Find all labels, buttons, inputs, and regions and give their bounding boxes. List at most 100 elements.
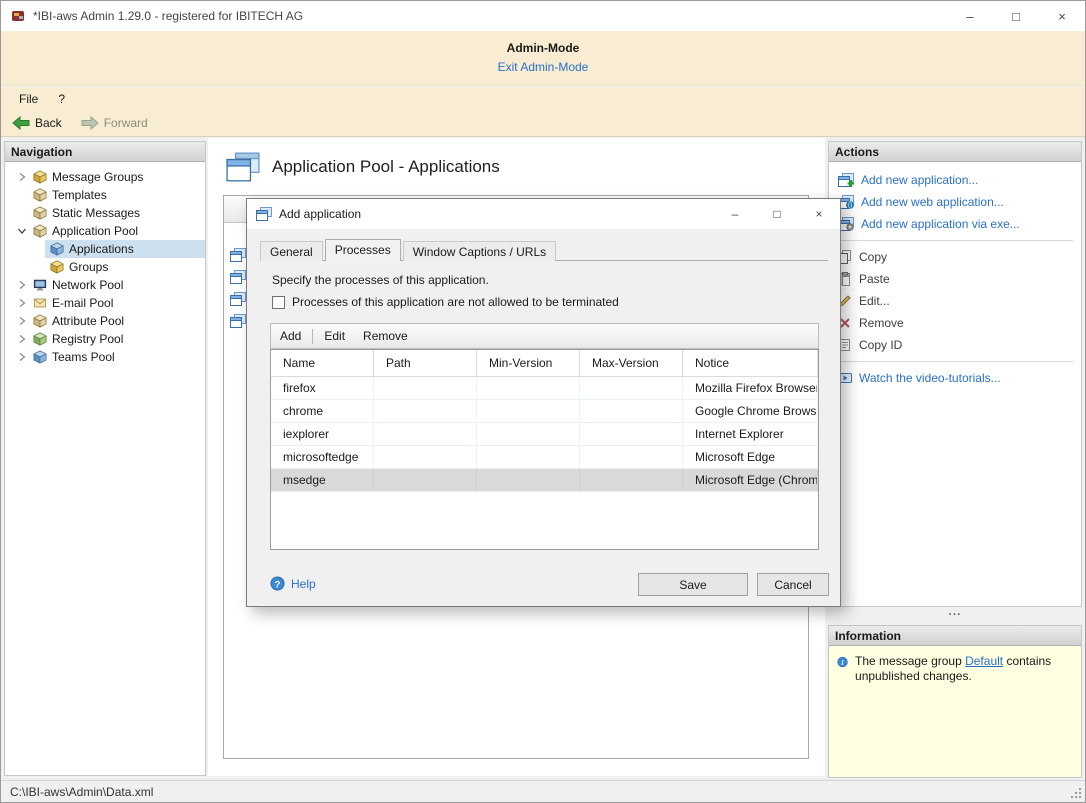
cell-name: msedge <box>271 469 374 491</box>
menu-file[interactable]: File <box>9 87 48 110</box>
process-remove-button[interactable]: Remove <box>354 324 417 348</box>
cell-name: iexplorer <box>271 423 374 445</box>
close-button[interactable]: × <box>1039 1 1085 31</box>
actions-separator <box>837 361 1073 362</box>
action-label: Watch the video-tutorials... <box>859 371 1001 385</box>
back-button[interactable]: Back <box>8 114 71 132</box>
cell-path <box>374 423 477 445</box>
action-copy[interactable]: Copy <box>829 246 1081 268</box>
save-button[interactable]: Save <box>638 573 748 596</box>
action-add-new-application-via-exe[interactable]: Add new application via exe... <box>829 213 1081 235</box>
sidebar-item-label: Attribute Pool <box>52 314 125 328</box>
chevron-right-icon[interactable] <box>17 334 27 344</box>
action-watch-video-tutorials[interactable]: Watch the video-tutorials... <box>829 367 1081 389</box>
action-remove[interactable]: Remove <box>829 312 1081 334</box>
network-pool-icon <box>32 278 47 292</box>
sidebar-item-label: Static Messages <box>52 206 141 220</box>
email-pool-icon <box>32 296 47 310</box>
cell-max-version <box>580 400 683 422</box>
menu-bar: File ? <box>1 87 1085 110</box>
column-header-max-version[interactable]: Max-Version <box>580 350 683 376</box>
chevron-right-icon[interactable] <box>17 316 27 326</box>
panel-splitter[interactable]: ... <box>828 605 1082 623</box>
sidebar-item-label: E-mail Pool <box>52 296 114 310</box>
action-paste[interactable]: Paste <box>829 268 1081 290</box>
title-bar: *IBI-aws Admin 1.29.0 - registered for I… <box>1 1 1085 31</box>
groups-icon <box>49 260 64 274</box>
chevron-right-icon[interactable] <box>17 280 27 290</box>
cell-name: microsoftedge <box>271 446 374 468</box>
app-logo-icon <box>12 11 24 21</box>
table-row[interactable]: chrome Google Chrome Browser <box>271 400 818 423</box>
navigation-tree: Message Groups Templates Static Messages… <box>5 162 205 366</box>
sidebar-item-email-pool[interactable]: E-mail Pool <box>5 294 205 312</box>
sidebar-item-templates[interactable]: Templates <box>5 186 205 204</box>
help-link[interactable]: ? Help <box>270 576 316 591</box>
process-add-button[interactable]: Add <box>271 324 310 348</box>
process-edit-button[interactable]: Edit <box>315 324 354 348</box>
chevron-right-icon[interactable] <box>17 298 27 308</box>
status-bar: C:\IBI-aws\Admin\Data.xml <box>1 780 1085 802</box>
menu-help[interactable]: ? <box>48 87 75 110</box>
teams-pool-icon <box>32 350 47 364</box>
admin-mode-title: Admin-Mode <box>506 41 580 55</box>
maximize-button[interactable]: □ <box>993 1 1039 31</box>
sidebar-item-label: Network Pool <box>52 278 124 292</box>
action-label: Copy <box>859 250 888 264</box>
action-edit[interactable]: Edit... <box>829 290 1081 312</box>
action-add-new-web-application[interactable]: Add new web application... <box>829 191 1081 213</box>
cell-min-version <box>477 400 580 422</box>
cell-min-version <box>477 446 580 468</box>
navigation-header: Navigation <box>5 142 205 162</box>
cell-notice: Microsoft Edge (Chrom... <box>683 469 818 491</box>
action-label: Paste <box>859 272 890 286</box>
chevron-down-icon[interactable] <box>17 226 27 236</box>
terminate-not-allowed-checkbox[interactable] <box>272 295 285 309</box>
sidebar-item-network-pool[interactable]: Network Pool <box>5 276 205 294</box>
exit-admin-mode-link[interactable]: Exit Admin-Mode <box>498 60 589 74</box>
page-title: Application Pool - Applications <box>272 157 500 176</box>
action-add-new-application[interactable]: Add new application... <box>829 169 1081 191</box>
minimize-button[interactable]: – <box>947 1 993 31</box>
chevron-right-icon[interactable] <box>17 352 27 362</box>
cell-path <box>374 377 477 399</box>
dialog-minimize-button[interactable]: – <box>714 199 756 229</box>
sidebar-item-groups[interactable]: Groups <box>5 258 205 276</box>
table-row[interactable]: microsoftedge Microsoft Edge <box>271 446 818 469</box>
window-controls: – □ × <box>947 1 1085 31</box>
sidebar-item-label: Teams Pool <box>52 350 115 364</box>
resize-grip[interactable] <box>1070 787 1083 800</box>
dialog-maximize-button[interactable]: □ <box>756 199 798 229</box>
sidebar-item-application-pool[interactable]: Application Pool <box>5 222 205 240</box>
cell-max-version <box>580 423 683 445</box>
sidebar-item-message-groups[interactable]: Message Groups <box>5 168 205 186</box>
tab-window-captions-urls[interactable]: Window Captions / URLs <box>402 241 557 261</box>
sidebar-item-static-messages[interactable]: Static Messages <box>5 204 205 222</box>
sidebar-item-teams-pool[interactable]: Teams Pool <box>5 348 205 366</box>
back-arrow-icon <box>12 116 30 130</box>
tab-processes[interactable]: Processes <box>324 239 401 261</box>
chevron-right-icon[interactable] <box>17 172 27 182</box>
tab-general[interactable]: General <box>260 241 323 261</box>
table-row-selected[interactable]: msedge Microsoft Edge (Chrom... <box>271 469 818 492</box>
sidebar-item-registry-pool[interactable]: Registry Pool <box>5 330 205 348</box>
default-message-group-link[interactable]: Default <box>965 654 1003 668</box>
cancel-button[interactable]: Cancel <box>757 573 829 596</box>
column-header-notice[interactable]: Notice <box>683 350 818 376</box>
cell-path <box>374 446 477 468</box>
column-header-min-version[interactable]: Min-Version <box>477 350 580 376</box>
forward-button[interactable]: Forward <box>77 114 157 132</box>
table-row[interactable]: firefox Mozilla Firefox Browser <box>271 377 818 400</box>
dialog-title-bar: Add application – □ × <box>247 199 840 229</box>
column-header-name[interactable]: Name <box>271 350 374 376</box>
dialog-close-button[interactable]: × <box>798 199 840 229</box>
sidebar-item-attribute-pool[interactable]: Attribute Pool <box>5 312 205 330</box>
column-header-path[interactable]: Path <box>374 350 477 376</box>
admin-mode-banner: Admin-Mode Exit Admin-Mode <box>1 31 1085 86</box>
sidebar-item-label: Groups <box>69 260 109 274</box>
sidebar-item-applications[interactable]: Applications <box>45 240 205 258</box>
help-label: Help <box>291 576 316 591</box>
cell-notice: Internet Explorer <box>683 423 818 445</box>
action-copy-id[interactable]: Copy ID <box>829 334 1081 356</box>
table-row[interactable]: iexplorer Internet Explorer <box>271 423 818 446</box>
